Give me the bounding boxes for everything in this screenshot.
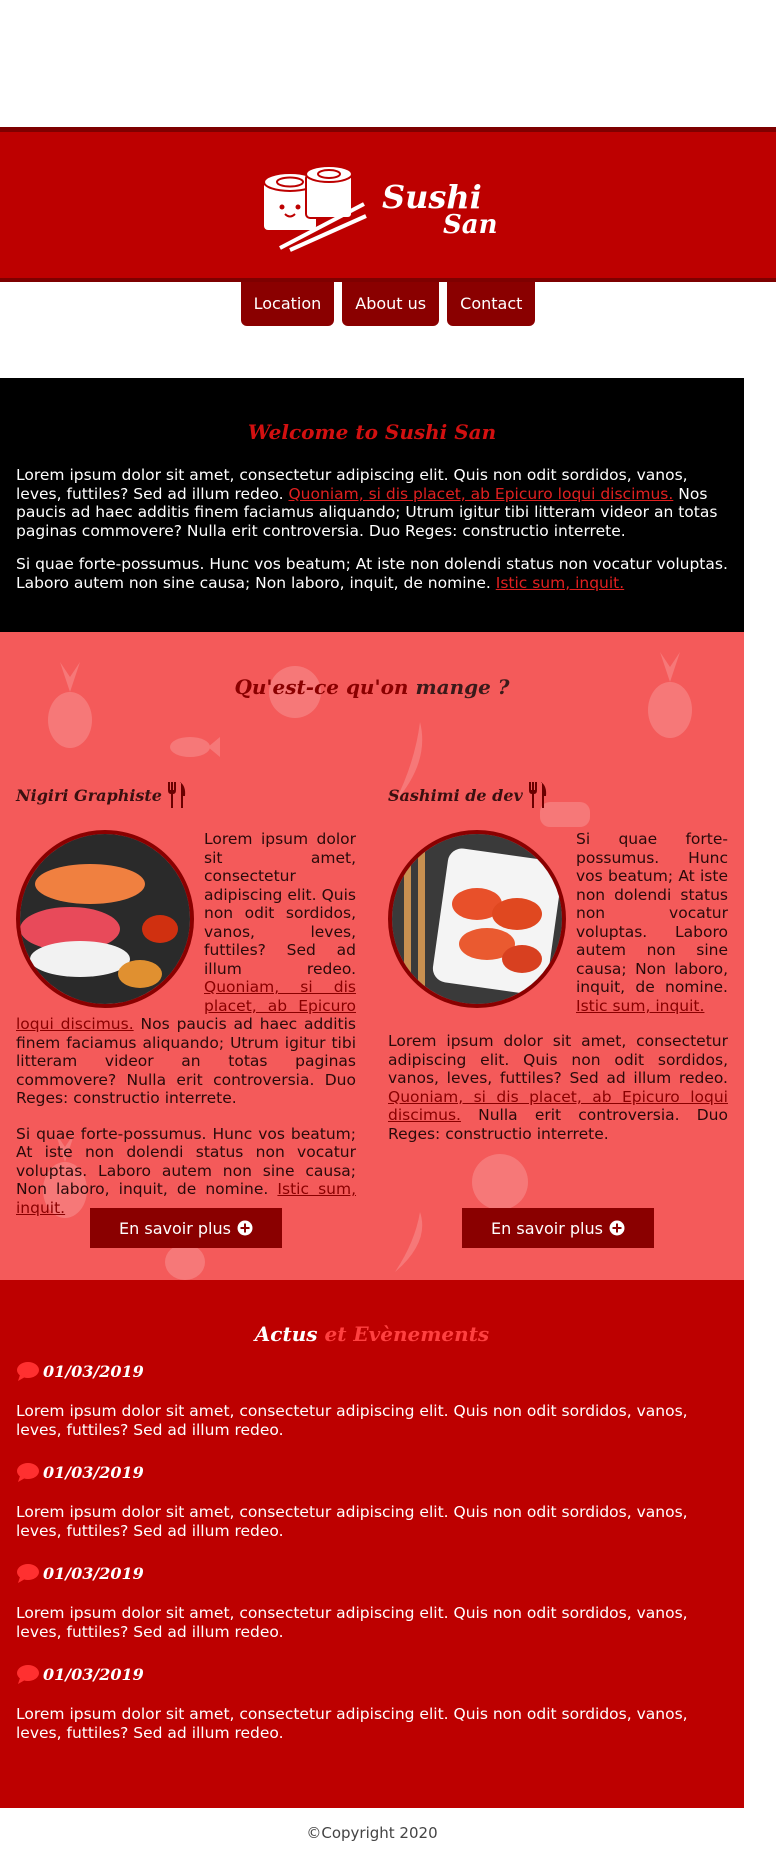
sashimi-image	[388, 830, 566, 1008]
food-title: Qu'est-ce qu'on mange ?	[0, 675, 744, 699]
pepper-icon	[395, 1212, 423, 1272]
food-card-title: Sashimi de dev	[388, 780, 728, 810]
news-date: 01/03/2019	[16, 1663, 728, 1685]
food-card-paragraph-2: Si quae forte-possumus. Hunc vos beatum;…	[16, 1125, 356, 1218]
news-date-text: 01/03/2019	[43, 1563, 144, 1583]
speech-bubble-icon	[17, 1463, 39, 1482]
brand-name-line2: San	[443, 210, 498, 240]
donut-icon	[472, 1154, 528, 1210]
button-label: En savoir plus	[119, 1218, 231, 1238]
news-item: 01/03/2019 Lorem ipsum dolor sit amet, c…	[16, 1360, 728, 1439]
welcome-section: Welcome to Sushi San Lorem ipsum dolor s…	[0, 378, 744, 632]
welcome-p1-link[interactable]: Quoniam, si dis placet, ab Epicuro loqui…	[288, 485, 673, 503]
cutlery-icon	[528, 782, 546, 808]
news-text: Lorem ipsum dolor sit amet, consectetur …	[16, 1604, 688, 1641]
copyright-text: ©Copyright 2020	[306, 1824, 438, 1842]
food-section: Qu'est-ce qu'on mange ? Nigiri Graphiste	[0, 632, 744, 1280]
food-card-nigiri: Nigiri Graphiste Lorem ipsum dolor sit a…	[16, 780, 356, 1234]
nav-item-about-us[interactable]: About us	[342, 282, 440, 326]
food-title-part2: mange ?	[415, 675, 510, 699]
welcome-paragraph-2: Si quae forte-possumus. Hunc vos beatum;…	[16, 555, 728, 592]
food-card-p1-text: Lorem ipsum dolor sit amet, consectetur …	[204, 830, 356, 978]
news-text: Lorem ipsum dolor sit amet, consectetur …	[16, 1705, 688, 1742]
footer: ©Copyright 2020	[0, 1808, 744, 1858]
nigiri-image	[16, 830, 194, 1008]
speech-bubble-icon	[17, 1564, 39, 1583]
food-title-part1: Qu'est-ce qu'on	[234, 675, 409, 699]
nav-item-contact[interactable]: Contact	[447, 282, 536, 326]
food-card-p1-link[interactable]: Istic sum, inquit.	[576, 997, 704, 1015]
fish-icon	[170, 737, 220, 757]
main-nav: Location About us Contact	[0, 282, 776, 328]
food-card-p2-text: Lorem ipsum dolor sit amet, consectetur …	[388, 1032, 728, 1087]
speech-bubble-icon	[17, 1362, 39, 1381]
news-item: 01/03/2019 Lorem ipsum dolor sit amet, c…	[16, 1562, 728, 1641]
welcome-paragraph-1: Lorem ipsum dolor sit amet, consectetur …	[16, 466, 728, 540]
news-text: Lorem ipsum dolor sit amet, consectetur …	[16, 1503, 688, 1540]
welcome-p2-link[interactable]: Istic sum, inquit.	[496, 574, 624, 592]
food-card-body: Si quae forte-possumus. Hunc vos beatum;…	[388, 830, 728, 1143]
en-savoir-plus-button-nigiri[interactable]: En savoir plus	[90, 1208, 282, 1248]
en-savoir-plus-button-sashimi[interactable]: En savoir plus	[462, 1208, 654, 1248]
news-title-part1: Actus	[254, 1322, 318, 1346]
food-card-title: Nigiri Graphiste	[16, 780, 356, 810]
food-card-p1-text: Si quae forte-possumus. Hunc vos beatum;…	[576, 830, 728, 996]
news-date: 01/03/2019	[16, 1360, 728, 1382]
cutlery-icon	[167, 782, 186, 808]
button-label: En savoir plus	[491, 1218, 603, 1238]
news-title-part2: et Evènements	[324, 1322, 490, 1346]
news-item: 01/03/2019 Lorem ipsum dolor sit amet, c…	[16, 1461, 728, 1540]
food-card-title-text: Nigiri Graphiste	[16, 785, 162, 805]
logo[interactable]: Sushi San	[260, 160, 500, 255]
news-date-text: 01/03/2019	[43, 1664, 144, 1684]
news-date-text: 01/03/2019	[43, 1462, 144, 1482]
header-banner: Sushi San	[0, 127, 776, 282]
plus-circle-icon	[237, 1220, 253, 1236]
nav-item-location[interactable]: Location	[240, 282, 335, 326]
speech-bubble-icon	[17, 1665, 39, 1684]
food-card-paragraph-2: Lorem ipsum dolor sit amet, consectetur …	[388, 1032, 728, 1143]
news-date: 01/03/2019	[16, 1562, 728, 1584]
food-card-sashimi: Sashimi de dev Si quae forte-possumus. H…	[388, 780, 728, 1160]
food-card-body: Lorem ipsum dolor sit amet, consectetur …	[16, 830, 356, 1217]
food-card-title-text: Sashimi de dev	[388, 785, 523, 805]
welcome-title: Welcome to Sushi San	[247, 420, 497, 444]
news-text: Lorem ipsum dolor sit amet, consectetur …	[16, 1402, 688, 1439]
plus-circle-icon	[609, 1220, 625, 1236]
news-date-text: 01/03/2019	[43, 1361, 144, 1381]
news-date: 01/03/2019	[16, 1461, 728, 1483]
news-title: Actus et Evènements	[16, 1322, 728, 1346]
news-item: 01/03/2019 Lorem ipsum dolor sit amet, c…	[16, 1663, 728, 1742]
news-section: Actus et Evènements 01/03/2019 Lorem ips…	[0, 1280, 744, 1808]
